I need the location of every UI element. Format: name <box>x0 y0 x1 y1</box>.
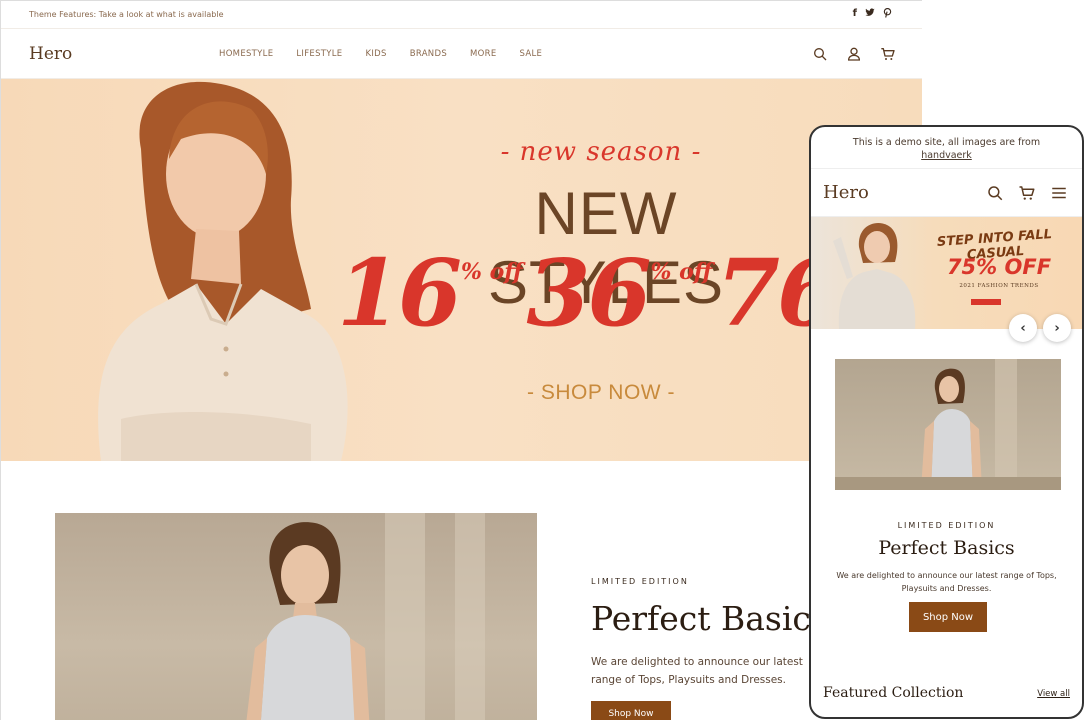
mobile-shop-now-button[interactable]: Shop Now <box>909 602 987 632</box>
discount-value: 36 <box>526 239 651 347</box>
mobile-feature-description: We are delighted to announce our latest … <box>836 571 1057 593</box>
discount-suffix: % off <box>650 259 712 285</box>
nav-item-homestyle[interactable]: HOMESTYLE <box>219 49 273 59</box>
nav-item-brands[interactable]: BRANDS <box>410 49 447 59</box>
mobile-preview: This is a demo site, all images are from… <box>809 125 1084 719</box>
view-all-link[interactable]: View all <box>1037 689 1070 699</box>
search-icon[interactable] <box>986 184 1004 202</box>
carousel-next-button[interactable]: › <box>1043 314 1071 342</box>
carousel-prev-button[interactable]: ‹ <box>1009 314 1037 342</box>
mobile-feature-eyebrow: LIMITED EDITION <box>897 521 996 530</box>
mobile-banner-offer: 75% OFF <box>946 255 1052 279</box>
mobile-announcement-text: This is a demo site, all images are from <box>852 137 1041 148</box>
header-icons <box>812 46 896 62</box>
pinterest-icon[interactable] <box>883 7 892 21</box>
nav-item-kids[interactable]: KIDS <box>365 49 386 59</box>
hero-model-image <box>98 81 348 461</box>
mobile-header-icons <box>986 184 1068 202</box>
site-logo[interactable]: Hero <box>29 44 219 64</box>
nav-item-more[interactable]: MORE <box>470 49 497 59</box>
perfect-basics-image <box>55 513 537 720</box>
hero-banner[interactable]: - new season - NEW STYLES 16% off36% off… <box>1 79 922 461</box>
discount-suffix: % off <box>461 259 523 285</box>
social-links: f <box>853 7 892 21</box>
main-nav: HOMESTYLE LIFESTYLE KIDS BRANDS MORE SAL… <box>219 49 812 59</box>
mobile-banner-button[interactable] <box>971 299 1001 305</box>
mobile-logo[interactable]: Hero <box>823 182 869 203</box>
feature-title: Perfect Basics <box>591 599 828 638</box>
hero-shop-now-link[interactable]: - SHOP NOW - <box>481 381 721 405</box>
nav-item-sale[interactable]: SALE <box>520 49 543 59</box>
mobile-header: Hero <box>811 169 1082 217</box>
mobile-banner-model-image <box>833 223 916 329</box>
mobile-perfect-basics-image <box>835 359 1061 490</box>
feature-eyebrow: LIMITED EDITION <box>591 577 689 586</box>
site-header: Hero HOMESTYLE LIFESTYLE KIDS BRANDS MOR… <box>1 29 922 79</box>
desktop-preview: Theme Features: Take a look at what is a… <box>0 0 922 720</box>
announcement-bar: Theme Features: Take a look at what is a… <box>1 1 922 29</box>
announcement-text: Theme Features: Take a look at what is a… <box>29 10 224 19</box>
twitter-icon[interactable] <box>865 8 875 21</box>
mobile-feature-title: Perfect Basics <box>878 537 1015 559</box>
cart-icon[interactable] <box>880 46 896 62</box>
search-icon[interactable] <box>812 46 828 62</box>
mobile-announcement-link[interactable]: handvaerk <box>921 150 972 161</box>
shop-now-button[interactable]: Shop Now <box>591 701 671 720</box>
featured-collection-heading: Featured Collection <box>823 685 964 701</box>
facebook-icon[interactable]: f <box>853 8 857 21</box>
mobile-hero-banner[interactable]: STEP INTO FALL CASUAL 75% OFF 2021 FASHI… <box>811 217 1082 329</box>
cart-icon[interactable] <box>1018 184 1036 202</box>
discount-value: 16 <box>337 239 462 347</box>
menu-icon[interactable] <box>1050 184 1068 202</box>
mobile-banner-subtitle: 2021 FASHION TRENDS <box>959 283 1039 289</box>
mobile-announcement-bar: This is a demo site, all images are from… <box>811 127 1082 169</box>
hero-tagline: - new season - <box>500 137 702 167</box>
account-icon[interactable] <box>846 46 862 62</box>
feature-description: We are delighted to announce our latest … <box>591 656 803 686</box>
nav-item-lifestyle[interactable]: LIFESTYLE <box>296 49 342 59</box>
